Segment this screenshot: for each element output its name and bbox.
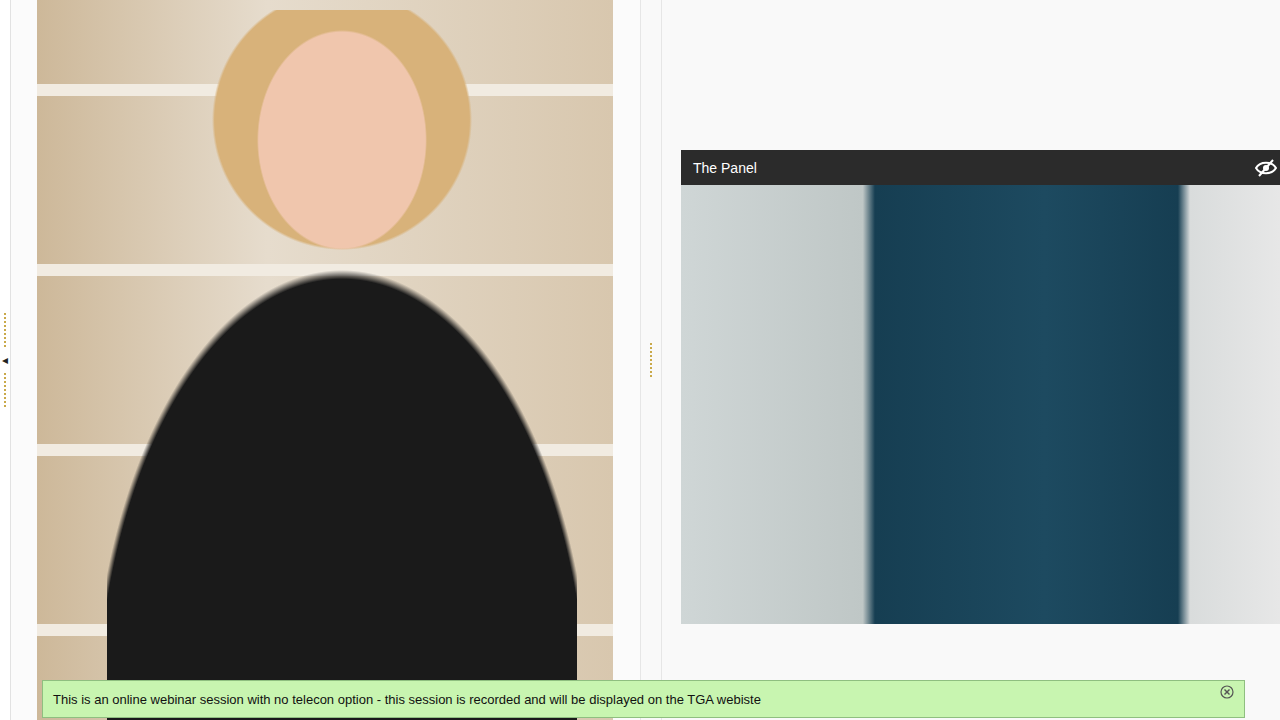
presenter-pane: [11, 0, 640, 720]
video-panel: The Panel: [681, 150, 1280, 624]
presenter-photo: [37, 0, 613, 720]
webinar-page: ◂ The Panel This is an online webinar sess…: [0, 0, 1280, 720]
notice-banner: This is an online webinar session with n…: [42, 680, 1245, 718]
presenter-figure: [107, 10, 577, 720]
left-strip: ◂: [0, 0, 11, 720]
hide-eye-icon[interactable]: [1255, 159, 1277, 177]
drag-handle[interactable]: [4, 372, 6, 408]
panel-header: The Panel: [681, 150, 1280, 185]
pane-divider[interactable]: [640, 0, 662, 720]
drag-handle[interactable]: [4, 312, 6, 348]
panel-pane: The Panel: [662, 0, 1280, 720]
close-icon[interactable]: [1220, 685, 1234, 699]
sidebar-toggle[interactable]: ◂: [2, 354, 8, 366]
video-frame: [681, 185, 1280, 624]
banner-text: This is an online webinar session with n…: [53, 692, 761, 707]
divider-handle[interactable]: [650, 342, 652, 378]
panel-title: The Panel: [693, 160, 757, 176]
